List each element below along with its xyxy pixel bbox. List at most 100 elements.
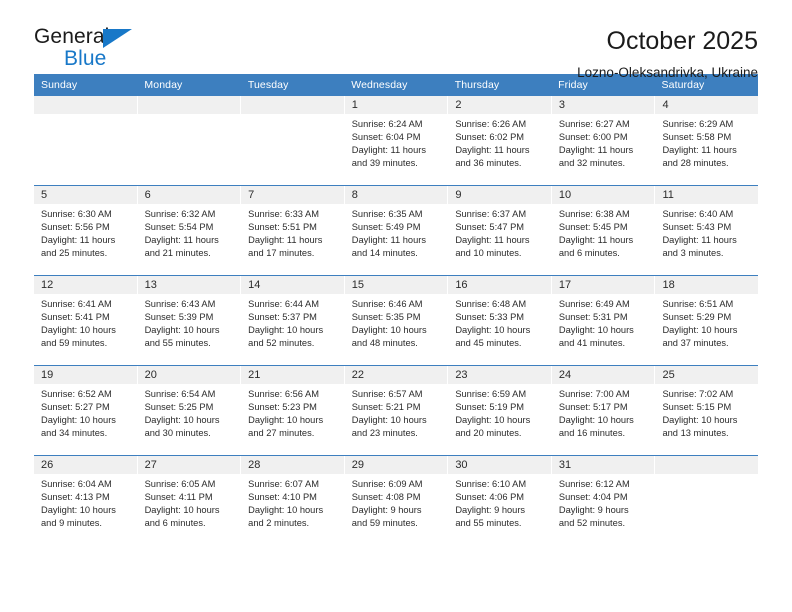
date-number-band: 5 xyxy=(34,186,137,204)
calendar-day-cell[interactable]: 13 Sunrise: 6:43 AM Sunset: 5:39 PM Dayligh… xyxy=(137,276,242,365)
sunset-time: Sunset: 5:29 PM xyxy=(662,312,732,322)
daylight-duration-line-2: and 45 minutes. xyxy=(455,338,522,348)
sunset-time: Sunset: 5:45 PM xyxy=(558,222,628,232)
daylight-duration-line-1: Daylight: 11 hours xyxy=(41,235,116,245)
calendar-day-cell[interactable]: 19 Sunrise: 6:52 AM Sunset: 5:27 PM Dayligh… xyxy=(34,366,138,455)
sunrise-time: Sunrise: 6:30 AM xyxy=(41,209,112,219)
date-number: 27 xyxy=(144,459,157,471)
calendar-day-cell-empty xyxy=(34,96,138,185)
day-details: Sunrise: 6:12 AM Sunset: 4:04 PM Daylight:… xyxy=(552,474,655,530)
sunrise-time: Sunrise: 6:43 AM xyxy=(144,299,216,309)
sunset-time: Sunset: 4:13 PM xyxy=(41,492,110,502)
sunrise-time: Sunrise: 6:10 AM xyxy=(455,479,527,489)
sunrise-time: Sunrise: 6:24 AM xyxy=(351,119,423,129)
calendar-day-cell[interactable]: 16 Sunrise: 6:48 AM Sunset: 5:33 PM Dayligh… xyxy=(448,276,552,365)
daylight-duration-line-2: and 9 minutes. xyxy=(41,518,102,528)
daylight-duration-line-1: Daylight: 9 hours xyxy=(455,505,526,515)
day-of-week-header-tuesday: Tuesday xyxy=(247,79,289,91)
date-number-band xyxy=(655,456,759,474)
day-of-week-header-friday: Friday xyxy=(558,79,588,91)
date-number: 6 xyxy=(144,189,151,201)
calendar-day-cell[interactable]: 1 Sunrise: 6:24 AM Sunset: 6:04 PM Daylight… xyxy=(344,96,449,185)
calendar-day-cell[interactable]: 15 Sunrise: 6:46 AM Sunset: 5:35 PM Dayligh… xyxy=(344,276,449,365)
calendar-day-cell[interactable]: 25 Sunrise: 7:02 AM Sunset: 5:15 PM Dayligh… xyxy=(655,366,759,455)
sunset-time: Sunset: 5:27 PM xyxy=(41,402,110,412)
date-number: 24 xyxy=(558,369,572,381)
date-number-band: 15 xyxy=(344,276,448,294)
title-block: October 2025 Lozno-Oleksandrivka, Ukrain… xyxy=(577,26,758,80)
daylight-duration-line-2: and 2 minutes. xyxy=(248,518,310,528)
calendar-day-cell[interactable]: 21 Sunrise: 6:56 AM Sunset: 5:23 PM Dayligh… xyxy=(241,366,345,455)
calendar-day-cell[interactable]: 2 Sunrise: 6:26 AM Sunset: 6:02 PM Daylight… xyxy=(448,96,552,185)
day-details: Sunrise: 6:09 AM Sunset: 4:08 PM Daylight:… xyxy=(345,474,448,530)
daylight-duration-line-2: and 17 minutes. xyxy=(248,248,315,258)
date-number: 12 xyxy=(41,279,54,291)
sunset-time: Sunset: 5:15 PM xyxy=(662,402,732,412)
calendar-day-cell-empty xyxy=(241,96,345,185)
date-number-band xyxy=(241,96,344,114)
calendar-day-cell[interactable]: 5 Sunrise: 6:30 AM Sunset: 5:56 PM Daylight… xyxy=(34,186,138,275)
day-details: Sunrise: 6:32 AM Sunset: 5:54 PM Daylight:… xyxy=(138,204,241,260)
date-number: 18 xyxy=(662,279,675,291)
sunrise-time: Sunrise: 6:37 AM xyxy=(455,209,527,219)
day-details: Sunrise: 6:05 AM Sunset: 4:11 PM Daylight:… xyxy=(138,474,241,530)
calendar-day-cell[interactable]: 28 Sunrise: 6:07 AM Sunset: 4:10 PM Dayligh… xyxy=(241,456,345,545)
daylight-duration-line-1: Daylight: 11 hours xyxy=(662,235,737,245)
sunrise-time: Sunrise: 6:48 AM xyxy=(455,299,527,309)
calendar-day-cell[interactable]: 14 Sunrise: 6:44 AM Sunset: 5:37 PM Dayligh… xyxy=(241,276,345,365)
general-blue-logo[interactable]: General Blue xyxy=(34,26,214,78)
calendar-day-cell[interactable]: 11 Sunrise: 6:40 AM Sunset: 5:43 PM Dayligh… xyxy=(655,186,759,275)
calendar-day-cell[interactable]: 10 Sunrise: 6:38 AM Sunset: 5:45 PM Dayligh… xyxy=(551,186,656,275)
calendar-day-cell[interactable]: 31 Sunrise: 6:12 AM Sunset: 4:04 PM Dayligh… xyxy=(551,456,656,545)
sunrise-time: Sunrise: 6:44 AM xyxy=(248,299,319,309)
calendar-day-cell[interactable]: 9 Sunrise: 6:37 AM Sunset: 5:47 PM Daylight… xyxy=(448,186,552,275)
day-details: Sunrise: 7:00 AM Sunset: 5:17 PM Daylight:… xyxy=(552,384,655,440)
sunset-time: Sunset: 4:08 PM xyxy=(351,492,421,502)
calendar-day-cell[interactable]: 26 Sunrise: 6:04 AM Sunset: 4:13 PM Dayligh… xyxy=(34,456,138,545)
calendar-day-cell[interactable]: 23 Sunrise: 6:59 AM Sunset: 5:19 PM Dayligh… xyxy=(448,366,552,455)
date-number: 5 xyxy=(41,189,48,201)
calendar-day-cell[interactable]: 8 Sunrise: 6:35 AM Sunset: 5:49 PM Daylight… xyxy=(344,186,449,275)
sunrise-time: Sunrise: 6:59 AM xyxy=(455,389,527,399)
logo-word-blue: Blue xyxy=(64,47,107,70)
day-details: Sunrise: 6:49 AM Sunset: 5:31 PM Daylight:… xyxy=(552,294,655,350)
date-number-band: 6 xyxy=(137,186,241,204)
daylight-duration-line-1: Daylight: 10 hours xyxy=(144,325,220,335)
page-title: October 2025 xyxy=(606,27,759,55)
sunset-time: Sunset: 5:39 PM xyxy=(144,312,214,322)
day-details: Sunrise: 6:48 AM Sunset: 5:33 PM Daylight:… xyxy=(448,294,551,350)
sunset-time: Sunset: 4:06 PM xyxy=(455,492,525,502)
calendar-day-cell[interactable]: 12 Sunrise: 6:41 AM Sunset: 5:41 PM Dayligh… xyxy=(34,276,138,365)
calendar-day-cell[interactable]: 27 Sunrise: 6:05 AM Sunset: 4:11 PM Dayligh… xyxy=(137,456,242,545)
date-number: 20 xyxy=(144,369,157,381)
daylight-duration-line-2: and 16 minutes. xyxy=(558,428,626,438)
calendar-day-cell[interactable]: 24 Sunrise: 7:00 AM Sunset: 5:17 PM Dayligh… xyxy=(551,366,656,455)
daylight-duration-line-1: Daylight: 10 hours xyxy=(41,325,116,335)
day-details: Sunrise: 6:24 AM Sunset: 6:04 PM Daylight:… xyxy=(345,114,448,170)
daylight-duration-line-2: and 59 minutes. xyxy=(351,518,418,528)
date-number-band: 8 xyxy=(344,186,448,204)
day-details: Sunrise: 6:33 AM Sunset: 5:51 PM Daylight:… xyxy=(241,204,344,260)
calendar-day-cell[interactable]: 6 Sunrise: 6:32 AM Sunset: 5:54 PM Daylight… xyxy=(137,186,242,275)
calendar-day-cell[interactable]: 3 Sunrise: 6:27 AM Sunset: 6:00 PM Daylight… xyxy=(551,96,656,185)
calendar-day-cell[interactable]: 18 Sunrise: 6:51 AM Sunset: 5:29 PM Dayligh… xyxy=(655,276,759,365)
sunset-time: Sunset: 5:43 PM xyxy=(662,222,732,232)
daylight-duration-line-1: Daylight: 11 hours xyxy=(558,235,634,245)
sunset-time: Sunset: 5:21 PM xyxy=(351,402,421,412)
date-number-band: 29 xyxy=(344,456,448,474)
calendar-day-cell[interactable]: 4 Sunrise: 6:29 AM Sunset: 5:58 PM Daylight… xyxy=(655,96,759,185)
calendar-day-cell[interactable]: 29 Sunrise: 6:09 AM Sunset: 4:08 PM Dayligh… xyxy=(344,456,449,545)
calendar-day-cell[interactable]: 30 Sunrise: 6:10 AM Sunset: 4:06 PM Dayligh… xyxy=(448,456,552,545)
sunset-time: Sunset: 5:25 PM xyxy=(144,402,214,412)
sunrise-time: Sunrise: 6:46 AM xyxy=(351,299,423,309)
date-number: 4 xyxy=(662,99,669,111)
day-details: Sunrise: 6:41 AM Sunset: 5:41 PM Daylight:… xyxy=(34,294,137,350)
sunrise-time: Sunrise: 6:12 AM xyxy=(558,479,630,489)
calendar-day-cell[interactable]: 22 Sunrise: 6:57 AM Sunset: 5:21 PM Dayligh… xyxy=(344,366,449,455)
calendar-week-row: 19 Sunrise: 6:52 AM Sunset: 5:27 PM Dayligh… xyxy=(34,365,759,455)
calendar-day-cell[interactable]: 17 Sunrise: 6:49 AM Sunset: 5:31 PM Dayligh… xyxy=(551,276,656,365)
calendar-day-cell[interactable]: 20 Sunrise: 6:54 AM Sunset: 5:25 PM Dayligh… xyxy=(137,366,242,455)
sunrise-time: Sunrise: 6:38 AM xyxy=(558,209,630,219)
calendar-day-cell[interactable]: 7 Sunrise: 6:33 AM Sunset: 5:51 PM Daylight… xyxy=(241,186,345,275)
daylight-duration-line-1: Daylight: 11 hours xyxy=(455,235,530,245)
